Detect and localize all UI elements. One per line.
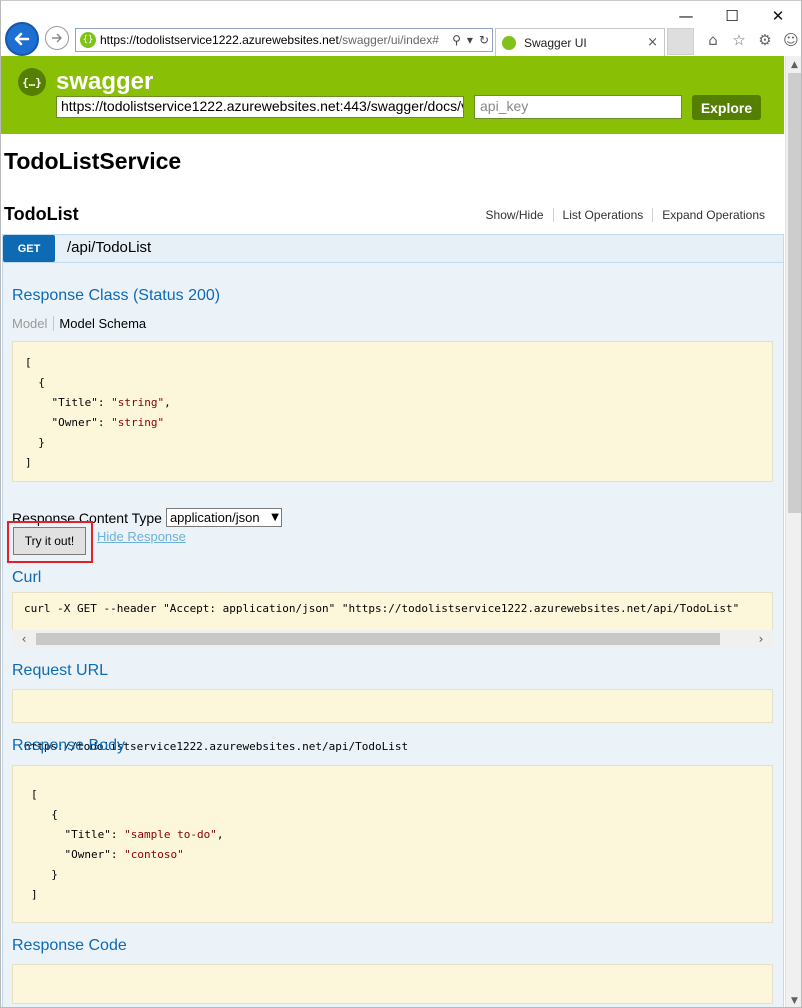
- search-icon[interactable]: ⚲: [449, 33, 464, 47]
- body-line: "Title": "sample to-do",: [31, 825, 772, 845]
- service-title: TodoListService: [4, 148, 182, 174]
- forward-button[interactable]: [45, 26, 69, 50]
- body-line: }: [38, 868, 58, 881]
- schema-comma: ,: [164, 396, 171, 409]
- forward-arrow-icon: [52, 33, 62, 43]
- star-icon[interactable]: ☆: [729, 30, 749, 50]
- minimize-button[interactable]: —: [663, 1, 709, 31]
- resource-heading[interactable]: TodoList: [4, 204, 79, 225]
- response-body-code: [ { "Title": "sample to-do", "Owner": "c…: [12, 765, 773, 923]
- scroll-left-icon[interactable]: ‹: [12, 632, 36, 646]
- gear-icon[interactable]: ⚙: [755, 30, 775, 50]
- tab-close-icon[interactable]: ×: [647, 35, 664, 50]
- tab-favicon-icon: [502, 35, 516, 50]
- expand-operations-link[interactable]: Expand Operations: [652, 208, 774, 222]
- schema-value: "string": [111, 416, 165, 429]
- schema-line: {: [25, 376, 45, 389]
- tab-title: Swagger UI: [524, 35, 587, 50]
- content-type-value: application/json: [169, 510, 260, 525]
- curl-command: curl -X GET --header "Accept: applicatio…: [24, 602, 740, 615]
- swagger-header: {…} swagger https://todolistservice1222.…: [1, 56, 784, 134]
- show-hide-link[interactable]: Show/Hide: [477, 208, 553, 222]
- scroll-track[interactable]: [36, 632, 749, 646]
- model-tabs: Model Model Schema: [12, 316, 146, 331]
- page-viewport: {…} swagger https://todolistservice1222.…: [1, 56, 784, 1007]
- body-line: "Owner": "contoso": [31, 845, 772, 865]
- browser-chrome: — ☐ ✕ {} https://todolistservice1222.azu…: [1, 1, 801, 56]
- response-class-heading: Response Class (Status 200): [12, 287, 221, 304]
- response-body-heading: Response Body: [12, 737, 125, 754]
- swagger-url-input[interactable]: https://todolistservice1222.azurewebsite…: [56, 96, 464, 118]
- http-method-badge[interactable]: GET: [3, 235, 55, 262]
- address-url[interactable]: https://todolistservice1222.azurewebsite…: [100, 33, 449, 47]
- schema-line: [: [25, 356, 32, 369]
- swagger-logo-icon: {…}: [18, 68, 46, 96]
- body-comma: ,: [216, 828, 224, 841]
- tab-model[interactable]: Model: [12, 316, 55, 331]
- schema-key: "Title":: [25, 396, 112, 409]
- scroll-up-icon[interactable]: ▲: [786, 56, 801, 73]
- window-controls: — ☐ ✕: [663, 1, 801, 31]
- body-line: {: [38, 808, 58, 821]
- browser-window: — ☐ ✕ {} https://todolistservice1222.azu…: [0, 0, 802, 1008]
- address-path: /swagger/ui/index#: [338, 33, 439, 47]
- content-type-select[interactable]: application/json ▼: [165, 508, 282, 527]
- horizontal-scrollbar[interactable]: ‹ ›: [12, 630, 773, 648]
- body-value: "contoso": [124, 848, 184, 861]
- vertical-scrollbar[interactable]: ▲ ▼: [785, 56, 801, 1007]
- request-url-box: https://todolistservice1222.azurewebsite…: [12, 689, 773, 753]
- resource-links: Show/Hide List Operations Expand Operati…: [477, 208, 774, 222]
- site-favicon-icon: {}: [80, 32, 96, 48]
- operation-path[interactable]: /api/TodoList: [67, 239, 151, 256]
- body-key: "Owner":: [38, 848, 125, 861]
- chevron-down-icon: ▼: [271, 512, 279, 523]
- body-key: "Title":: [38, 828, 125, 841]
- smiley-icon[interactable]: ☺: [781, 30, 801, 50]
- maximize-button[interactable]: ☐: [709, 1, 755, 31]
- schema-line: "Owner": "string": [25, 413, 772, 433]
- model-schema-code: [ { "Title": "string", "Owner": "string"…: [12, 341, 773, 482]
- api-key-input[interactable]: api_key: [474, 95, 682, 119]
- schema-value: "string": [111, 396, 165, 409]
- browser-toolbar: ⌂ ☆ ⚙ ☺: [703, 30, 801, 50]
- operation-header[interactable]: GET /api/TodoList: [2, 234, 784, 263]
- swagger-brand-title: swagger: [56, 68, 154, 95]
- request-url-value: https://todolistservice1222.azurewebsite…: [24, 740, 409, 753]
- new-tab-button[interactable]: [667, 28, 694, 55]
- request-url-heading: Request URL: [12, 662, 109, 679]
- hide-response-link[interactable]: Hide Response: [97, 529, 186, 544]
- schema-key: "Owner":: [25, 416, 112, 429]
- address-host: https://todolistservice1222.azurewebsite…: [100, 33, 339, 47]
- back-arrow-icon: [14, 32, 30, 46]
- try-it-out-button[interactable]: Try it out!: [13, 527, 86, 555]
- body-value: "sample to-do": [124, 828, 217, 841]
- explore-button[interactable]: Explore: [692, 95, 761, 120]
- address-bar[interactable]: {} https://todolistservice1222.azurewebs…: [75, 28, 493, 52]
- body-line: [: [31, 788, 38, 801]
- vertical-scroll-thumb[interactable]: [788, 73, 801, 513]
- response-code-box: 200: [12, 964, 773, 1004]
- curl-heading: Curl: [12, 569, 42, 586]
- schema-line: "Title": "string",: [25, 393, 772, 413]
- close-window-button[interactable]: ✕: [755, 1, 801, 31]
- refresh-icon[interactable]: ↻: [476, 33, 492, 47]
- scroll-down-icon[interactable]: ▼: [786, 992, 801, 1007]
- home-icon[interactable]: ⌂: [703, 30, 723, 50]
- scroll-thumb[interactable]: [36, 633, 721, 645]
- tab-swagger-ui[interactable]: Swagger UI ×: [495, 28, 665, 56]
- scroll-right-icon[interactable]: ›: [749, 632, 773, 646]
- dropdown-chevron-icon[interactable]: ▾: [464, 33, 476, 47]
- tab-model-schema[interactable]: Model Schema: [54, 316, 146, 331]
- list-operations-link[interactable]: List Operations: [552, 208, 653, 222]
- schema-line: ]: [25, 456, 32, 469]
- body-line: ]: [31, 888, 38, 901]
- schema-line: }: [25, 436, 45, 449]
- back-button[interactable]: [5, 22, 39, 56]
- response-code-heading: Response Code: [12, 937, 127, 954]
